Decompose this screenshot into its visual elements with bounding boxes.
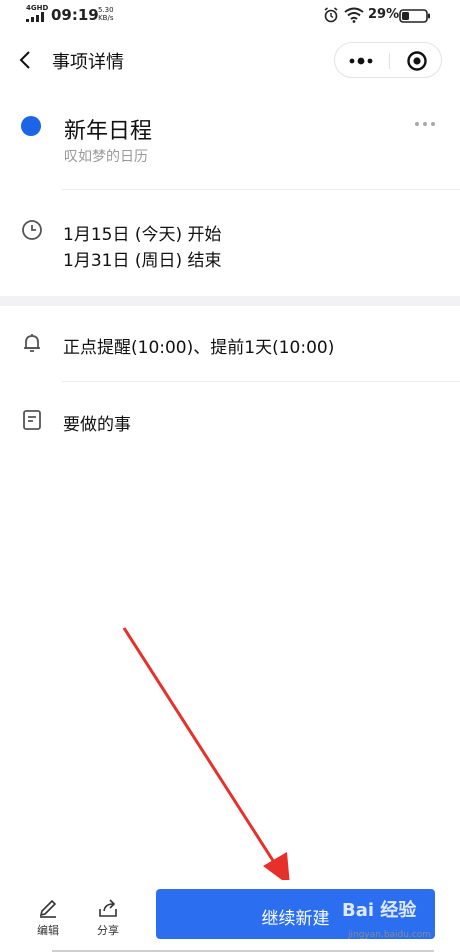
bell-icon bbox=[24, 334, 40, 352]
share-icon bbox=[99, 899, 117, 917]
alarm-icon bbox=[324, 7, 338, 23]
battery-icon bbox=[399, 9, 430, 23]
status-bar: 4GHD 09:19 5.30 KB/s 29% bbox=[0, 0, 460, 32]
page-header: 事项详情 bbox=[0, 32, 460, 88]
event-end-time: 1月31日 (周日) 结束 bbox=[63, 251, 222, 271]
share-button[interactable]: 分享 bbox=[88, 896, 128, 944]
todo-label[interactable]: 要做的事 bbox=[63, 410, 131, 435]
reminder-text[interactable]: 正点提醒(10:00)、提前1天(10:00) bbox=[63, 333, 334, 358]
baidu-watermark: Bai 经验 jingyan.baidu.com bbox=[342, 896, 442, 946]
back-arrow-icon[interactable] bbox=[14, 48, 38, 72]
calendar-color-dot bbox=[21, 116, 41, 136]
network-type: 4GHD bbox=[26, 4, 49, 12]
edit-button[interactable]: 编辑 bbox=[28, 896, 68, 944]
event-start-time: 1月15日 (今天) 开始 bbox=[63, 225, 222, 245]
wifi-icon bbox=[344, 7, 364, 23]
page-title: 事项详情 bbox=[52, 52, 124, 73]
capsule-divider bbox=[389, 53, 390, 69]
watermark-url: jingyan.baidu.com bbox=[348, 930, 432, 940]
section-separator bbox=[0, 296, 460, 306]
mini-program-capsule bbox=[334, 42, 442, 78]
event-title: 新年日程 bbox=[64, 119, 153, 144]
event-more-icon[interactable] bbox=[412, 116, 438, 132]
divider bbox=[62, 381, 460, 382]
speed-value: 5.30 bbox=[98, 6, 114, 14]
calendar-name: 叹如梦的日历 bbox=[64, 149, 148, 165]
more-dots-icon[interactable] bbox=[345, 49, 377, 73]
watermark-logo-text: Bai 经验 bbox=[342, 900, 417, 921]
speed-unit: KB/s bbox=[98, 14, 114, 22]
share-label: 分享 bbox=[97, 924, 119, 937]
battery-percent: 29% bbox=[368, 7, 400, 22]
signal-icon bbox=[26, 12, 44, 22]
divider bbox=[62, 189, 460, 190]
network-speed: 5.30 KB/s bbox=[98, 6, 114, 22]
close-target-icon[interactable] bbox=[405, 49, 429, 73]
pencil-icon bbox=[39, 899, 57, 918]
edit-label: 编辑 bbox=[37, 924, 59, 937]
note-icon bbox=[23, 410, 41, 430]
status-time: 09:19 bbox=[51, 6, 99, 24]
clock-icon bbox=[22, 220, 42, 240]
